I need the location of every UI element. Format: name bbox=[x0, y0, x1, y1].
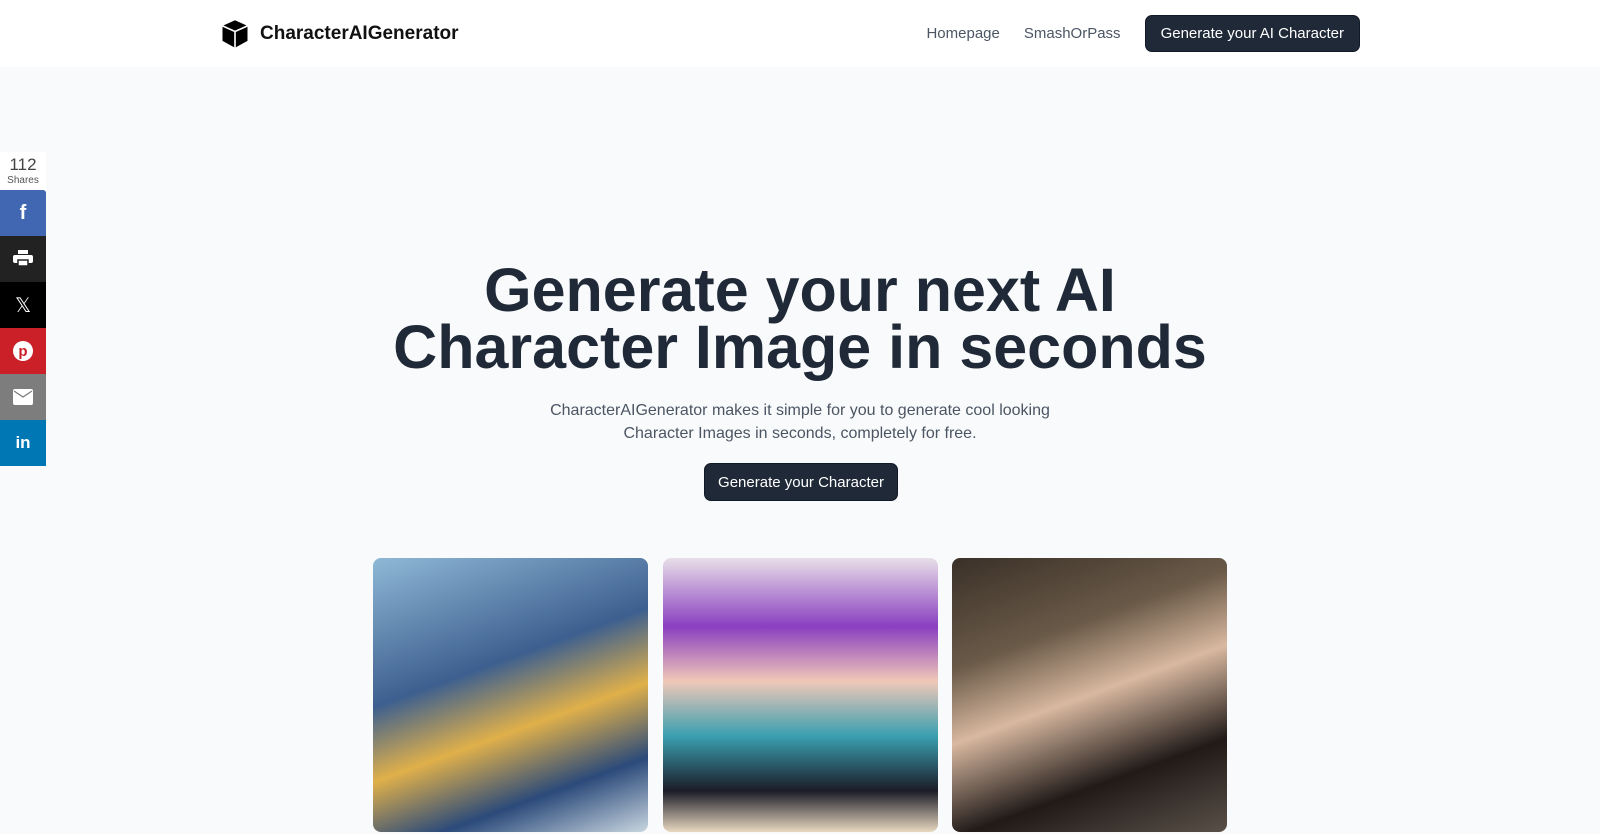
gallery-image-1 bbox=[373, 558, 648, 832]
cube-icon bbox=[222, 20, 248, 48]
facebook-share-button[interactable]: f bbox=[0, 190, 46, 236]
brand-logo[interactable]: CharacterAIGenerator bbox=[220, 19, 459, 49]
gallery-image-2 bbox=[663, 558, 938, 832]
share-count: 112 Shares bbox=[0, 152, 46, 190]
gallery-image-3 bbox=[952, 558, 1227, 832]
nav-link-smashorpass[interactable]: SmashOrPass bbox=[1024, 25, 1121, 42]
generate-character-button[interactable]: Generate your Character bbox=[704, 463, 898, 501]
hero-title: Generate your next AI Character Image in … bbox=[393, 256, 1207, 381]
hero-subtitle: CharacterAIGenerator makes it simple for… bbox=[550, 402, 1050, 442]
generate-ai-character-button[interactable]: Generate your AI Character bbox=[1144, 15, 1360, 52]
brand-name: CharacterAIGenerator bbox=[260, 23, 459, 44]
nav-link-homepage[interactable]: Homepage bbox=[926, 25, 999, 42]
navbar: CharacterAIGenerator Homepage SmashOrPas… bbox=[0, 0, 1600, 67]
share-count-number: 112 bbox=[9, 155, 37, 174]
facebook-icon: f bbox=[19, 201, 27, 224]
share-count-label: Shares bbox=[7, 175, 39, 186]
